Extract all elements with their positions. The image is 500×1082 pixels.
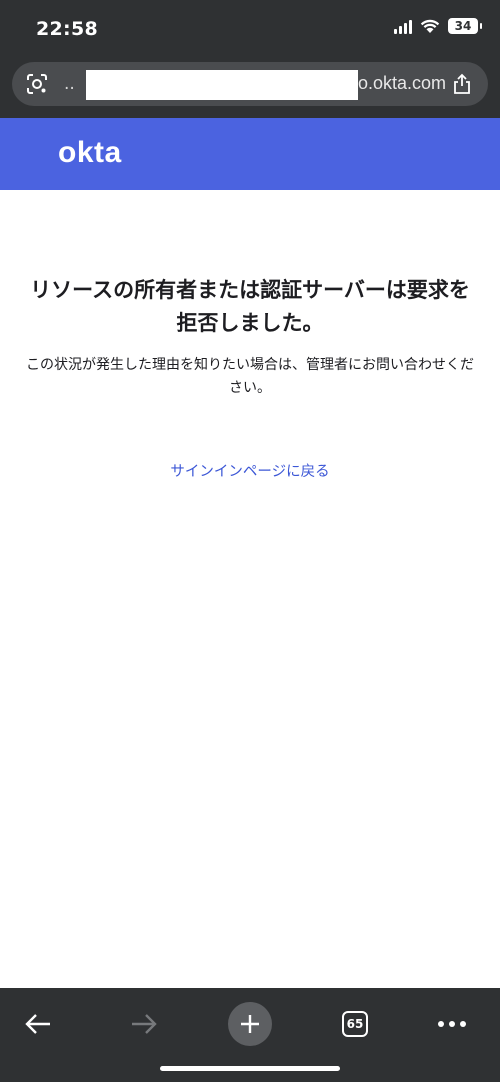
- new-tab-button[interactable]: [224, 998, 276, 1050]
- more-menu-button[interactable]: [426, 998, 478, 1050]
- url-redacted-block: [86, 70, 358, 100]
- cellular-signal-icon: [394, 18, 412, 34]
- back-to-signin-link[interactable]: サインインページに戻る: [0, 460, 500, 481]
- tab-count: 65: [342, 1011, 368, 1037]
- more-dots-icon: [438, 1021, 466, 1027]
- error-title: リソースの所有者または認証サーバーは要求を拒否しました。: [30, 278, 470, 335]
- error-description: この状況が発生した理由を知りたい場合は、管理者にお問い合わせください。: [26, 357, 474, 396]
- battery-icon: 34: [448, 18, 482, 34]
- browser-top-chrome: 22:58 34 .. o.okta.com: [0, 0, 500, 118]
- status-time: 22:58: [36, 18, 98, 40]
- share-icon[interactable]: [452, 73, 472, 95]
- url-prefix: ..: [64, 74, 75, 94]
- plus-icon: [228, 1002, 272, 1046]
- home-indicator: [160, 1066, 340, 1071]
- lens-icon[interactable]: [26, 73, 48, 95]
- okta-logo: okta: [58, 136, 122, 169]
- back-arrow-icon: [25, 1014, 50, 1034]
- forward-arrow-icon: [132, 1014, 157, 1034]
- wifi-icon: [420, 19, 440, 34]
- okta-header: okta: [0, 118, 500, 190]
- address-bar[interactable]: .. o.okta.com: [12, 62, 488, 106]
- url-domain: o.okta.com: [358, 73, 447, 93]
- tab-switcher-button[interactable]: 65: [329, 998, 381, 1050]
- status-icons: 34: [394, 18, 482, 34]
- forward-button[interactable]: [118, 998, 170, 1050]
- back-button[interactable]: [12, 998, 64, 1050]
